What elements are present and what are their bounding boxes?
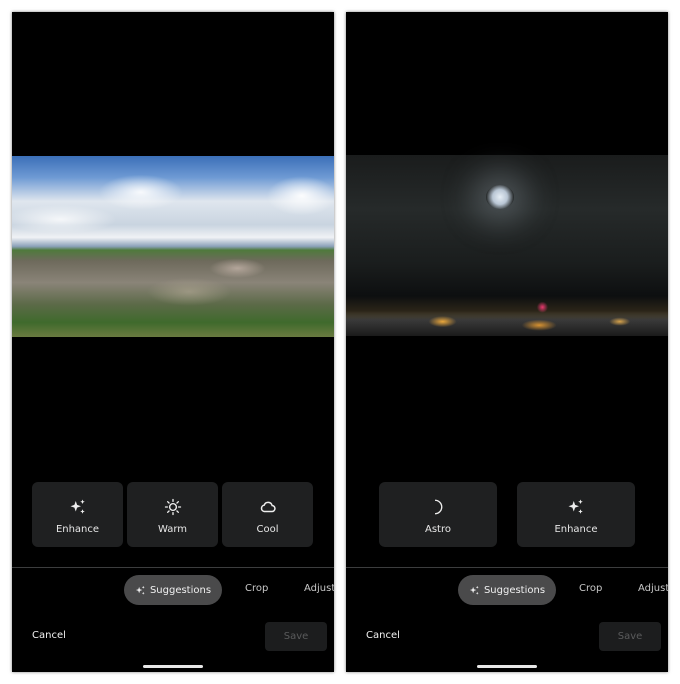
home-indicator[interactable] <box>477 665 537 668</box>
suggestion-cool[interactable]: Cool <box>222 482 313 547</box>
suggestion-enhance[interactable]: Enhance <box>517 482 635 547</box>
tab-adjust[interactable]: Adjust <box>638 583 668 594</box>
sparkle-icon <box>568 499 583 514</box>
suggestion-warm[interactable]: Warm <box>127 482 218 547</box>
divider <box>346 567 668 568</box>
photo-preview <box>346 155 668 336</box>
tab-suggestions[interactable]: Suggestions <box>124 575 222 605</box>
sun-icon <box>164 498 181 516</box>
cloud-icon <box>260 501 276 513</box>
suggestion-label: Astro <box>425 524 451 535</box>
tab-suggestions[interactable]: Suggestions <box>458 575 556 605</box>
editor-screen-right: Astro Enhance Suggestions Crop Adjust Ca… <box>346 12 668 672</box>
suggestion-label: Warm <box>157 524 188 535</box>
suggestion-label: Enhance <box>554 524 598 535</box>
sparkle-icon <box>135 585 145 595</box>
suggestion-label: Enhance <box>55 524 100 535</box>
suggestion-label: Cool <box>256 524 279 535</box>
sparkle-icon <box>469 585 479 595</box>
divider <box>12 567 334 568</box>
cancel-button[interactable]: Cancel <box>366 630 400 641</box>
tab-adjust[interactable]: Adjust <box>304 583 334 594</box>
save-button[interactable]: Save <box>265 622 327 651</box>
cancel-button[interactable]: Cancel <box>32 630 66 641</box>
tab-label: Suggestions <box>149 584 212 596</box>
tab-label: Suggestions <box>483 584 546 596</box>
suggestion-astro[interactable]: Astro <box>379 482 497 547</box>
suggestion-enhance[interactable]: Enhance <box>32 482 123 547</box>
sparkle-icon <box>70 499 85 514</box>
home-indicator[interactable] <box>143 665 203 668</box>
moon-icon <box>434 499 443 515</box>
tab-crop[interactable]: Crop <box>245 583 268 594</box>
photo-preview <box>12 156 334 337</box>
save-button[interactable]: Save <box>599 622 661 651</box>
tab-crop[interactable]: Crop <box>579 583 602 594</box>
editor-screen-left: Enhance Warm Cool Suggestions Crop Adjus… <box>12 12 334 672</box>
